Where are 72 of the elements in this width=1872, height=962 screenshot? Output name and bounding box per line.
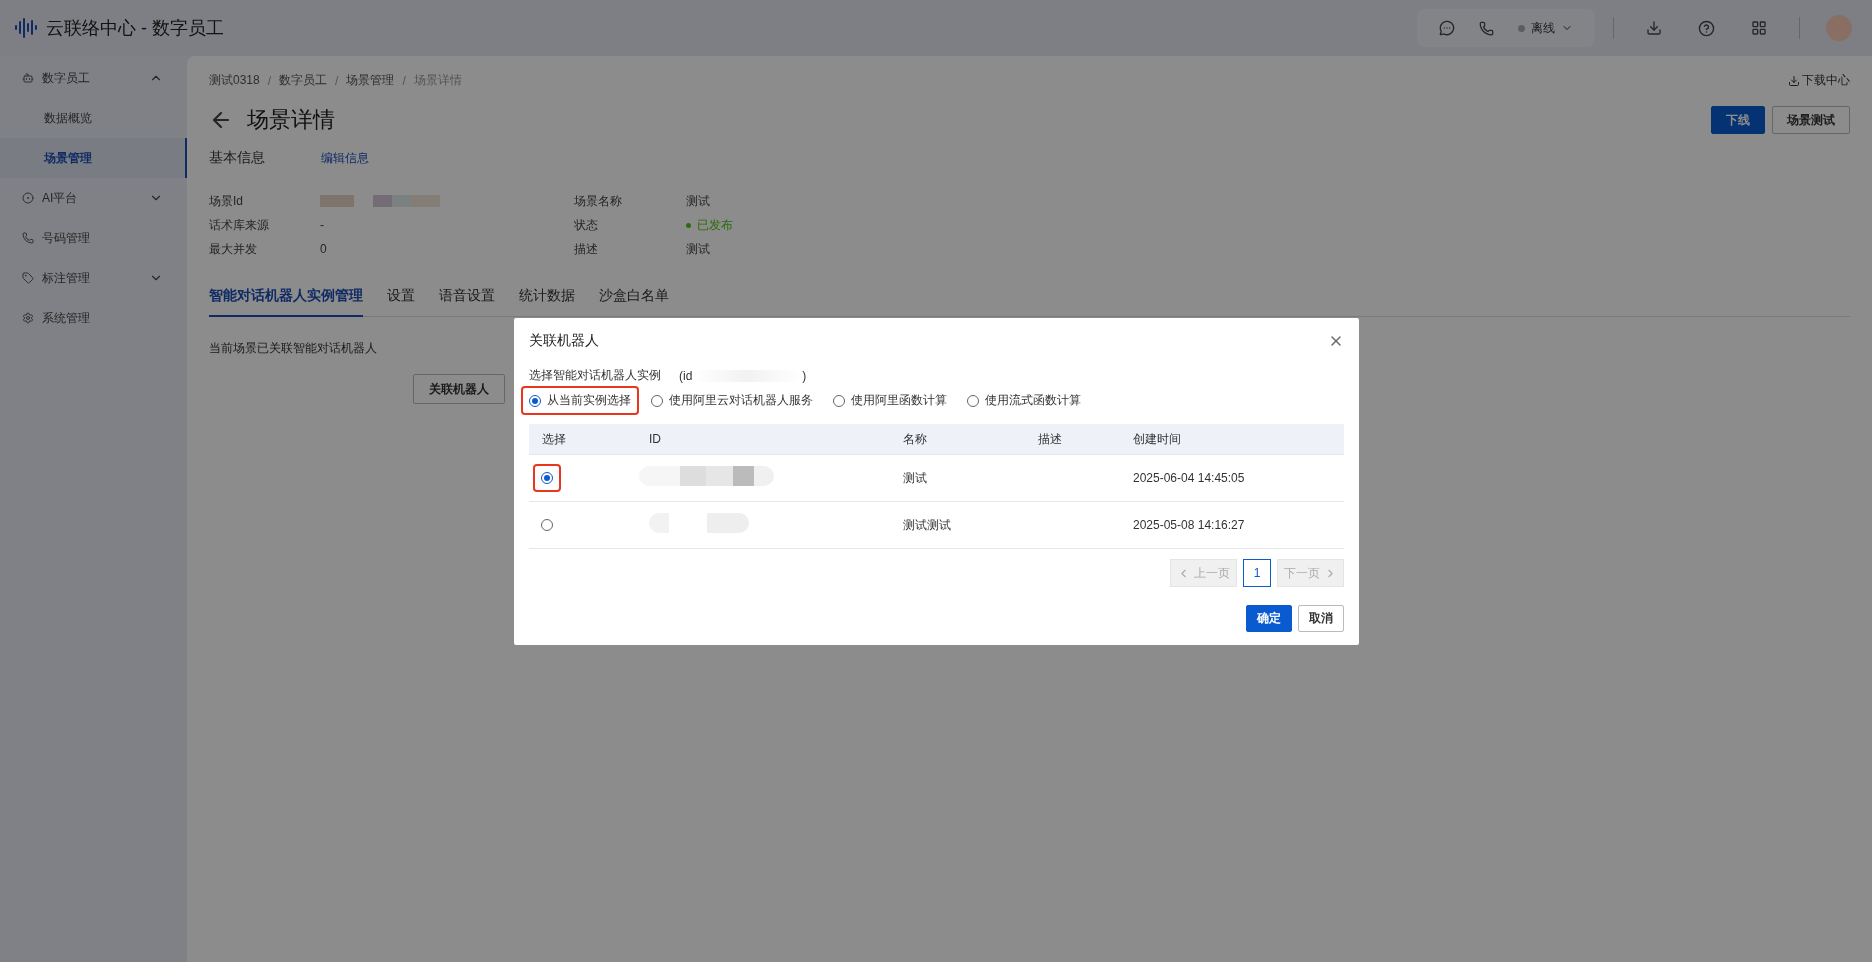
tab[interactable]: 语音设置 bbox=[439, 287, 495, 317]
field-label: 最大并发 bbox=[209, 241, 258, 257]
breadcrumb-separator: / bbox=[267, 73, 272, 88]
edit-info-link[interactable]: 编辑信息 bbox=[321, 149, 369, 167]
grid-icon[interactable] bbox=[1751, 20, 1767, 36]
sidebar-item[interactable]: 数据概览 bbox=[0, 98, 187, 138]
field-label: 场景名称 bbox=[574, 193, 623, 209]
breadcrumb-separator: / bbox=[335, 73, 339, 88]
field-label: 话术库来源 bbox=[209, 217, 270, 233]
tag-icon bbox=[22, 272, 34, 284]
id-prefix: (id bbox=[679, 368, 693, 383]
row-radio[interactable] bbox=[533, 464, 561, 492]
dialog-hint: 选择智能对话机器人实例 bbox=[529, 367, 661, 384]
breadcrumb-separator: / bbox=[402, 73, 406, 88]
field-value: 测试 bbox=[686, 241, 711, 257]
gear-icon bbox=[22, 312, 34, 324]
download-center-link[interactable]: 下载中心 bbox=[1788, 72, 1850, 89]
action-button[interactable]: 场景测试 bbox=[1772, 106, 1850, 134]
field-label: 描述 bbox=[574, 241, 599, 257]
section-title: 基本信息 bbox=[209, 149, 266, 167]
breadcrumb-item[interactable]: 场景管理 bbox=[346, 72, 395, 89]
dialog-button[interactable]: 确定 bbox=[1246, 605, 1292, 632]
source-radio[interactable]: 使用流式函数计算 bbox=[959, 386, 1089, 415]
breadcrumb-item[interactable]: 数字员工 bbox=[279, 72, 328, 89]
download-icon[interactable] bbox=[1646, 20, 1662, 36]
tab[interactable]: 智能对话机器人实例管理 bbox=[209, 287, 363, 317]
status-value: 已发布 bbox=[697, 216, 733, 234]
sidebar-item[interactable]: AI平台 bbox=[0, 178, 187, 218]
column-header: ID bbox=[648, 432, 662, 446]
dialog-title: 关联机器人 bbox=[529, 332, 599, 350]
source-radio[interactable]: 使用阿里云对话机器人服务 bbox=[643, 386, 821, 415]
column-header: 名称 bbox=[902, 430, 928, 448]
source-radio[interactable]: 从当前实例选择 bbox=[521, 386, 639, 415]
chat-icon[interactable] bbox=[1439, 20, 1455, 36]
dot-icon bbox=[22, 192, 34, 204]
id-suffix: ) bbox=[802, 368, 807, 383]
tab[interactable]: 沙盒白名单 bbox=[599, 287, 669, 317]
phone-icon[interactable] bbox=[1479, 20, 1494, 36]
tab[interactable]: 统计数据 bbox=[519, 287, 575, 317]
logo-icon bbox=[14, 16, 38, 40]
field-label: 场景Id bbox=[209, 193, 244, 209]
phone-icon bbox=[22, 232, 34, 244]
sidebar-item[interactable]: 系统管理 bbox=[0, 298, 187, 338]
breadcrumb-item[interactable]: 测试0318 bbox=[209, 72, 260, 89]
download-icon bbox=[1788, 74, 1800, 87]
table-cell-text: 测试 bbox=[902, 469, 928, 487]
action-button[interactable]: 下线 bbox=[1711, 106, 1765, 134]
field-value: 测试 bbox=[686, 193, 711, 209]
robot-icon bbox=[22, 72, 34, 84]
field-label: 状态 bbox=[574, 217, 599, 233]
field-value: - bbox=[320, 217, 325, 233]
table-cell-text: 2025-05-08 14:16:27 bbox=[1132, 518, 1246, 532]
column-header: 描述 bbox=[1037, 430, 1063, 448]
sidebar-item[interactable]: 场景管理 bbox=[0, 138, 187, 178]
column-header: 选择 bbox=[541, 430, 567, 448]
status-select[interactable]: 离线 bbox=[1518, 19, 1573, 37]
page-number-button[interactable]: 1 bbox=[1243, 559, 1271, 587]
dialog-button[interactable]: 取消 bbox=[1298, 605, 1344, 632]
table-cell-text: 测试测试 bbox=[902, 516, 952, 534]
sidebar-item[interactable]: 标注管理 bbox=[0, 258, 187, 298]
source-radio[interactable]: 使用阿里函数计算 bbox=[825, 386, 955, 415]
sidebar-item[interactable]: 数字员工 bbox=[0, 58, 187, 98]
field-value: 0 bbox=[320, 241, 328, 257]
column-header: 创建时间 bbox=[1132, 430, 1182, 448]
app-title: 云联络中心 - 数字员工 bbox=[46, 17, 224, 40]
table-cell-text: 2025-06-04 14:45:05 bbox=[1132, 471, 1246, 485]
sidebar-item[interactable]: 号码管理 bbox=[0, 218, 187, 258]
info-text: 当前场景已关联智能对话机器人 bbox=[209, 340, 377, 357]
help-icon[interactable] bbox=[1698, 19, 1715, 37]
link-robot-button[interactable]: 关联机器人 bbox=[413, 374, 505, 404]
tab[interactable]: 设置 bbox=[387, 287, 415, 317]
page-title: 场景详情 bbox=[247, 106, 335, 134]
